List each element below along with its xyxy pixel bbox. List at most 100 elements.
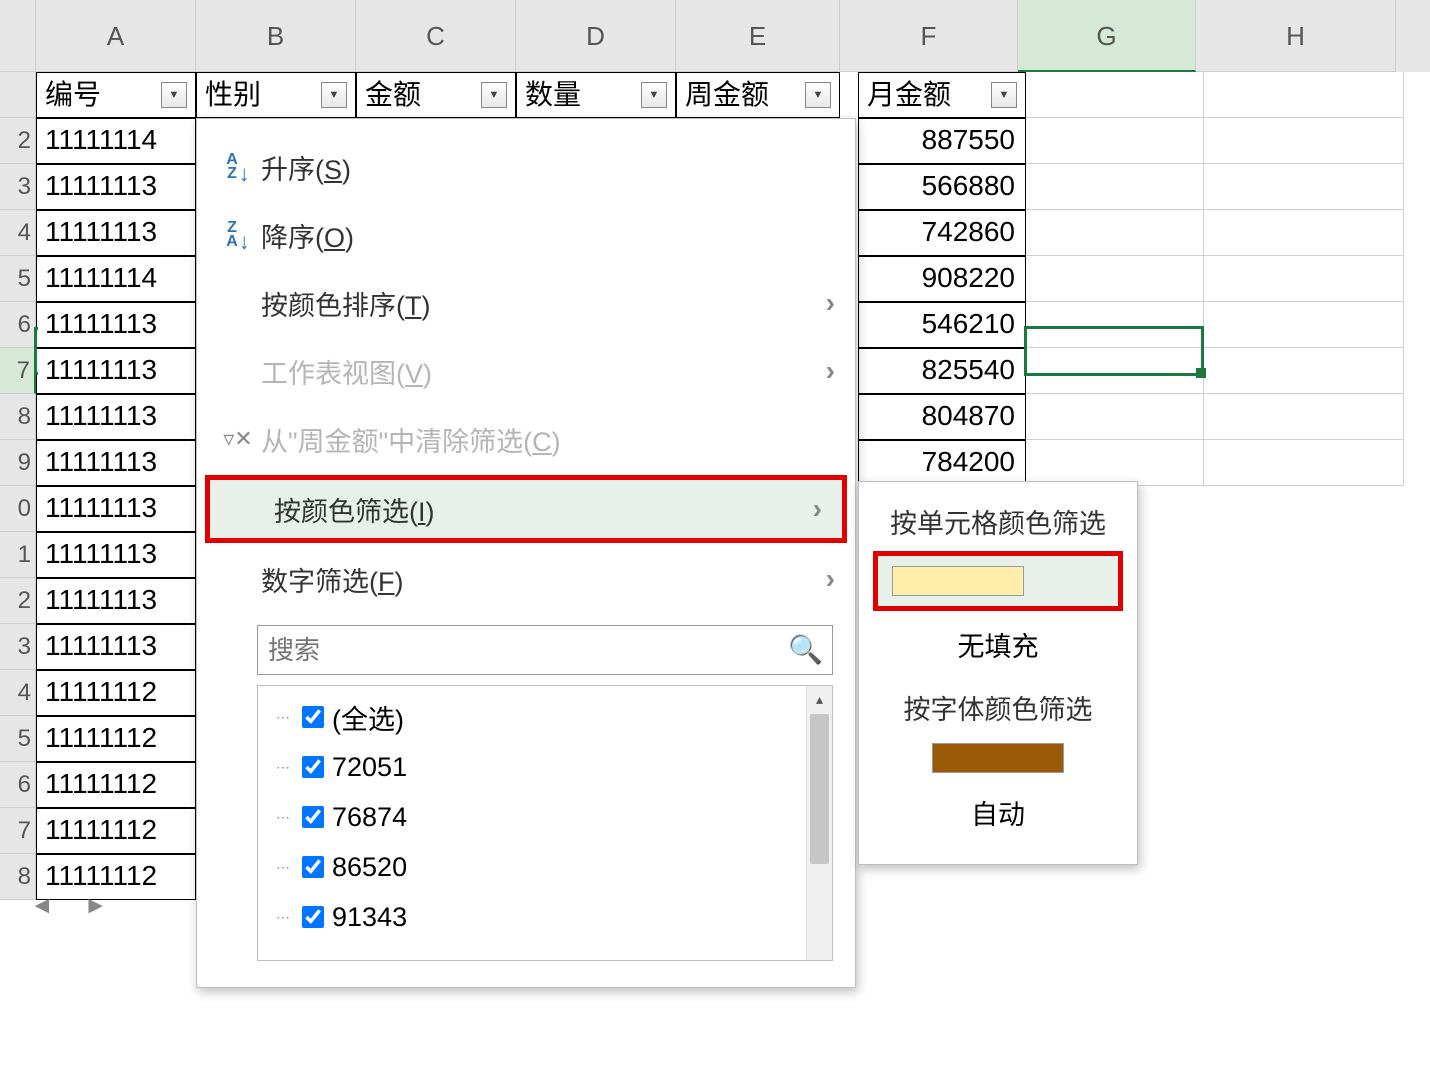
menu-sort-by-color[interactable]: 按颜色排序(T) ›	[197, 269, 855, 337]
header-cell-B[interactable]: 性别	[196, 72, 356, 118]
cell[interactable]: 566880	[858, 164, 1026, 210]
col-header-F[interactable]: F	[840, 0, 1018, 72]
cell[interactable]: 546210	[858, 302, 1026, 348]
check-item[interactable]: ⋯ 86520	[276, 842, 828, 892]
cell[interactable]: 11111112	[36, 716, 196, 762]
cell[interactable]: 11111112	[36, 808, 196, 854]
filter-button[interactable]	[641, 82, 667, 108]
row-header[interactable]: 5	[0, 716, 36, 762]
auto-color-option[interactable]: 自动	[859, 779, 1137, 846]
col-header-D[interactable]: D	[516, 0, 676, 72]
filter-button[interactable]	[481, 82, 507, 108]
row-header[interactable]: 1	[0, 532, 36, 578]
no-fill-option[interactable]: 无填充	[859, 611, 1137, 678]
row-header[interactable]: 8	[0, 394, 36, 440]
cell[interactable]	[1026, 118, 1204, 164]
filter-button[interactable]	[805, 82, 831, 108]
cell[interactable]: 11111112	[36, 670, 196, 716]
cell[interactable]: 11111113	[36, 302, 196, 348]
cell[interactable]: 11111113	[36, 440, 196, 486]
row-header[interactable]: 6	[0, 762, 36, 808]
cell[interactable]: 11111113	[36, 394, 196, 440]
row-header[interactable]: 7	[0, 808, 36, 854]
cell[interactable]	[1026, 394, 1204, 440]
row-header[interactable]: 3	[0, 164, 36, 210]
row-header[interactable]: 5	[0, 256, 36, 302]
row-header[interactable]: 0	[0, 486, 36, 532]
header-cell-E[interactable]: 周金额	[676, 72, 840, 118]
row-header[interactable]: 2	[0, 578, 36, 624]
menu-sort-ascending[interactable]: AZ↓ 升序(S)	[197, 133, 855, 201]
cell[interactable]: 11111113	[36, 578, 196, 624]
header-cell-C[interactable]: 金额	[356, 72, 516, 118]
checkbox[interactable]	[302, 906, 324, 928]
sheet-nav-prev[interactable]: ◄	[30, 892, 54, 920]
col-header-H[interactable]: H	[1196, 0, 1396, 72]
cell[interactable]: 825540	[858, 348, 1026, 394]
checkbox[interactable]	[302, 706, 324, 728]
cell[interactable]	[1026, 348, 1204, 394]
check-item[interactable]: ⋯ 72051	[276, 742, 828, 792]
cell[interactable]: 11111113	[36, 532, 196, 578]
col-header-C[interactable]: C	[356, 0, 516, 72]
col-header-G[interactable]: G	[1018, 0, 1196, 72]
row-header[interactable]: 3	[0, 624, 36, 670]
cell[interactable]: 908220	[858, 256, 1026, 302]
row-header[interactable]: 4	[0, 210, 36, 256]
col-header-A[interactable]: A	[36, 0, 196, 72]
cell[interactable]: 11111113	[36, 486, 196, 532]
search-input[interactable]	[257, 625, 833, 675]
header-cell-F[interactable]: 月金额	[858, 72, 1026, 118]
filter-button[interactable]	[161, 82, 187, 108]
cell[interactable]	[1026, 164, 1204, 210]
header-cell-A[interactable]: 编号	[36, 72, 196, 118]
cell[interactable]	[1204, 256, 1404, 302]
cell[interactable]	[1204, 164, 1404, 210]
row-header[interactable]: 9	[0, 440, 36, 486]
header-cell-D[interactable]: 数量	[516, 72, 676, 118]
row-header[interactable]: 7	[0, 348, 36, 394]
row-header[interactable]: 2	[0, 118, 36, 164]
check-item[interactable]: ⋯ 76874	[276, 792, 828, 842]
cell[interactable]: 887550	[858, 118, 1026, 164]
check-item-select-all[interactable]: ⋯ (全选)	[276, 692, 828, 742]
row-header[interactable]: 6	[0, 302, 36, 348]
col-header-E[interactable]: E	[676, 0, 840, 72]
checkbox[interactable]	[302, 756, 324, 778]
select-all-corner[interactable]	[0, 0, 36, 72]
cell-color-option[interactable]	[873, 551, 1123, 611]
filter-button[interactable]	[321, 82, 347, 108]
cell[interactable]: 742860	[858, 210, 1026, 256]
cell[interactable]	[1026, 440, 1204, 486]
row-header[interactable]	[0, 72, 36, 118]
menu-number-filter[interactable]: 数字筛选(F) ›	[197, 545, 855, 613]
scrollbar[interactable]: ▴	[806, 686, 832, 960]
cell[interactable]: 11111112	[36, 762, 196, 808]
cell[interactable]: 11111113	[36, 210, 196, 256]
menu-sort-descending[interactable]: ZA↓ 降序(O)	[197, 201, 855, 269]
checkbox[interactable]	[302, 856, 324, 878]
scroll-up-icon[interactable]: ▴	[807, 686, 832, 712]
sheet-nav-next[interactable]: ►	[84, 892, 108, 920]
cell[interactable]: 11111114	[36, 118, 196, 164]
cell[interactable]: 11111114	[36, 256, 196, 302]
cell[interactable]	[1204, 302, 1404, 348]
cell[interactable]	[1204, 210, 1404, 256]
checkbox[interactable]	[302, 806, 324, 828]
menu-filter-by-color[interactable]: 按颜色筛选(I) ›	[205, 475, 847, 543]
cell[interactable]	[1204, 348, 1404, 394]
cell[interactable]: 804870	[858, 394, 1026, 440]
cell[interactable]: 11111113	[36, 164, 196, 210]
col-header-B[interactable]: B	[196, 0, 356, 72]
cell[interactable]	[1204, 118, 1404, 164]
cell-H1[interactable]	[1204, 72, 1404, 118]
cell[interactable]	[1026, 302, 1204, 348]
cell[interactable]: 11111113	[36, 624, 196, 670]
cell[interactable]	[1204, 394, 1404, 440]
cell[interactable]: 11111113	[36, 348, 196, 394]
cell-G1[interactable]	[1026, 72, 1204, 118]
cell[interactable]	[1026, 256, 1204, 302]
font-color-option[interactable]	[859, 737, 1137, 779]
row-header[interactable]: 4	[0, 670, 36, 716]
cell[interactable]	[1026, 210, 1204, 256]
